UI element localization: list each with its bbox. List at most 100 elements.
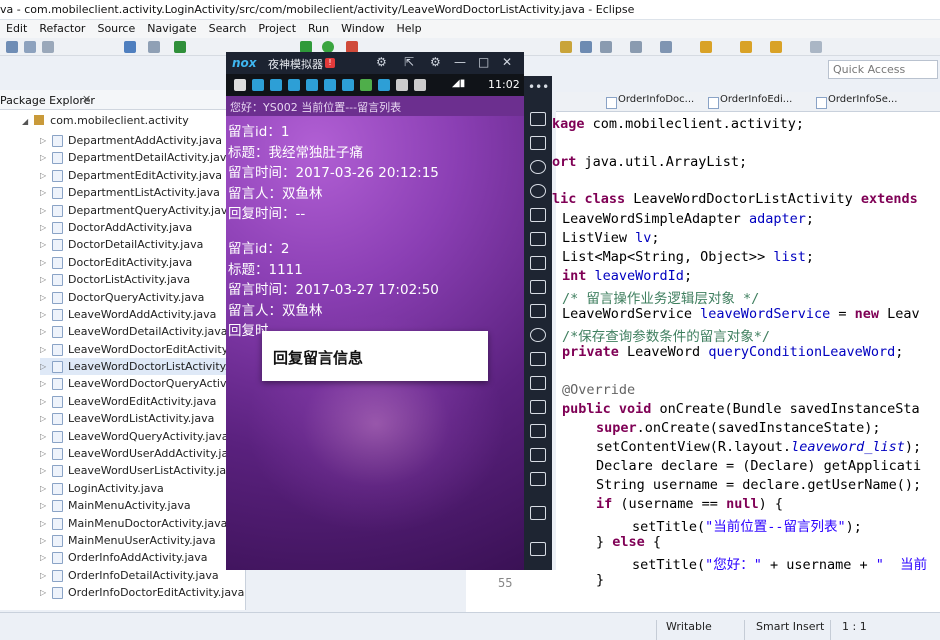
- file-tree-item[interactable]: ▷ DepartmentAddActivity.java: [40, 132, 246, 149]
- expand-arrow-icon[interactable]: ▷: [40, 515, 46, 532]
- pin-icon[interactable]: ⇱: [404, 55, 414, 69]
- expand-arrow-icon[interactable]: ▷: [40, 254, 46, 271]
- nav-back-icon[interactable]: [700, 41, 712, 53]
- editor-tab-orderinfose[interactable]: OrderInfoSe...: [814, 94, 897, 111]
- close-icon[interactable]: ✕: [502, 55, 512, 69]
- expand-arrow-icon[interactable]: ▷: [40, 480, 46, 497]
- settings-icon[interactable]: ⚙: [376, 55, 387, 69]
- download-icon[interactable]: [124, 41, 136, 53]
- file-tree-item[interactable]: ▷ DepartmentListActivity.java: [40, 184, 246, 201]
- location-icon[interactable]: [530, 184, 546, 198]
- android-screen[interactable]: ◢▮ 11:02 您好：YS002 当前位置---留言列表 留言id：1 标题：…: [226, 74, 524, 570]
- menu-refactor[interactable]: Refactor: [33, 20, 91, 38]
- pen-icon[interactable]: [560, 41, 572, 53]
- file-tree-item[interactable]: ▷ LeaveWordQueryActivity.java: [40, 428, 246, 445]
- expand-arrow-icon[interactable]: ▷: [40, 323, 46, 340]
- emulator-titlebar[interactable]: nox 夜神模拟器 ! ⚙ ⇱ ⚙ — □ ✕: [226, 52, 524, 74]
- expand-arrow-icon[interactable]: ▷: [40, 462, 46, 479]
- expand-arrow-icon[interactable]: ▷: [40, 445, 46, 462]
- package-explorer-tab[interactable]: Package Explorer ✕: [0, 90, 246, 110]
- gear-icon[interactable]: ⚙: [430, 55, 441, 69]
- back-icon[interactable]: [530, 472, 546, 486]
- editor-tab-orderinfodoc[interactable]: OrderInfoDoc...: [604, 94, 694, 111]
- expand-arrow-icon[interactable]: ▷: [40, 549, 46, 566]
- home-icon[interactable]: [530, 506, 546, 520]
- save-icon[interactable]: [24, 41, 36, 53]
- scissors-icon[interactable]: [530, 160, 546, 174]
- file-tree-item[interactable]: ▷ DoctorQueryActivity.java: [40, 289, 246, 306]
- expand-arrow-icon[interactable]: ▷: [40, 393, 46, 410]
- expand-arrow-icon[interactable]: ▷: [40, 341, 46, 358]
- expand-arrow-icon[interactable]: ▷: [40, 289, 46, 306]
- expand-arrow-icon[interactable]: ▷: [40, 167, 46, 184]
- expand-arrow-icon[interactable]: ▷: [40, 149, 46, 166]
- quick-access-input[interactable]: Quick Access: [828, 60, 938, 79]
- file-tree-item[interactable]: ▷ DepartmentQueryActivity.java: [40, 202, 246, 219]
- expand-arrow-icon[interactable]: ▷: [40, 219, 46, 236]
- file-tree-item[interactable]: ▷ OrderInfoAddActivity.java: [40, 549, 246, 566]
- file-tree-item[interactable]: ▷ DoctorListActivity.java: [40, 271, 246, 288]
- multi-window-icon[interactable]: [530, 448, 546, 462]
- expand-arrow-icon[interactable]: ▷: [40, 236, 46, 253]
- fullscreen-icon[interactable]: [530, 112, 546, 126]
- code-editor[interactable]: kage com.mobileclient.activity; ort java…: [552, 112, 940, 612]
- reply-message-menu-item[interactable]: 回复留言信息: [273, 347, 363, 368]
- annotation-icon[interactable]: [660, 41, 672, 53]
- menu-run[interactable]: Run: [302, 20, 335, 38]
- file-tree-item[interactable]: ▷ OrderInfoDoctorEditActivity.java: [40, 584, 246, 601]
- menu-icon[interactable]: [530, 424, 546, 438]
- file-tree-item[interactable]: ▷ DoctorEditActivity.java: [40, 254, 246, 271]
- history-back-icon[interactable]: [740, 41, 752, 53]
- camera-icon[interactable]: [530, 376, 546, 390]
- history-forward-icon[interactable]: [770, 41, 782, 53]
- file-tree-item[interactable]: ▷ LeaveWordDetailActivity.java: [40, 323, 246, 340]
- editor-tab-orderinfoedi[interactable]: OrderInfoEdi...: [706, 94, 792, 111]
- expand-arrow-icon[interactable]: ▷: [40, 428, 46, 445]
- minimize-icon[interactable]: —: [454, 55, 466, 69]
- new-icon[interactable]: [6, 41, 18, 53]
- file-tree-item[interactable]: ▷ LeaveWordUserAddActivity.java: [40, 445, 246, 462]
- expand-arrow-icon[interactable]: ▷: [40, 132, 46, 149]
- menu-project[interactable]: Project: [252, 20, 302, 38]
- loading-icon[interactable]: [530, 328, 546, 342]
- expand-arrow-icon[interactable]: ▷: [40, 375, 46, 392]
- expand-arrow-icon[interactable]: ▷: [40, 306, 46, 323]
- keyboard-icon[interactable]: [530, 136, 546, 150]
- file-tree-item[interactable]: ▷ LeaveWordDoctorEditActivity.java: [40, 341, 253, 358]
- file-tree-item[interactable]: ▷ MainMenuActivity.java: [40, 497, 246, 514]
- forward-icon[interactable]: [810, 41, 822, 53]
- file-tree-item[interactable]: ▷ LeaveWordAddActivity.java: [40, 306, 246, 323]
- menu-window[interactable]: Window: [335, 20, 390, 38]
- screen-icon[interactable]: [530, 208, 546, 222]
- resize-icon[interactable]: [530, 232, 546, 246]
- file-tree-item[interactable]: ▷ LeaveWordDoctorQueryActivity: [40, 375, 246, 392]
- alert-badge[interactable]: !: [325, 58, 335, 68]
- macro-icon[interactable]: [530, 352, 546, 366]
- menu-search[interactable]: Search: [203, 20, 253, 38]
- recent-apps-icon[interactable]: [530, 542, 546, 556]
- file-tree-item[interactable]: ▷ LeaveWordListActivity.java: [40, 410, 246, 427]
- close-icon[interactable]: ✕: [82, 93, 91, 106]
- volume-up-icon[interactable]: [530, 256, 546, 270]
- volume-down-icon[interactable]: [530, 280, 546, 294]
- file-tree-item[interactable]: ▷ DepartmentDetailActivity.java: [40, 149, 246, 166]
- install-apk-icon[interactable]: [530, 304, 546, 318]
- expand-arrow-icon[interactable]: ▷: [40, 271, 46, 288]
- menu-source[interactable]: Source: [91, 20, 141, 38]
- expand-arrow-icon[interactable]: ▷: [40, 584, 46, 601]
- file-tree-item[interactable]: ▷ LeaveWordUserListActivity.java: [40, 462, 246, 479]
- file-tree-item[interactable]: ▷ DoctorDetailActivity.java: [40, 236, 246, 253]
- expand-arrow-icon[interactable]: ▷: [40, 410, 46, 427]
- record-icon[interactable]: [530, 400, 546, 414]
- file-tree-item[interactable]: ▷ DoctorAddActivity.java: [40, 219, 246, 236]
- file-tree-item[interactable]: ▷ LeaveWordDoctorListActivity.java: [40, 358, 251, 376]
- list-item[interactable]: 留言id：1 标题：我经常独肚子痛 留言时间：2017-03-26 20:12:…: [228, 120, 439, 223]
- expand-arrow-icon[interactable]: ▷: [40, 184, 46, 201]
- expand-arrow-icon[interactable]: ▷: [40, 358, 46, 375]
- package-root[interactable]: ◢ com.mobileclient.activity: [22, 114, 189, 130]
- maximize-icon[interactable]: □: [478, 55, 489, 69]
- pilcrow-icon[interactable]: [630, 41, 642, 53]
- expand-arrow-icon[interactable]: ▷: [40, 532, 46, 549]
- format-icon[interactable]: [580, 41, 592, 53]
- more-icon[interactable]: •••: [528, 80, 549, 94]
